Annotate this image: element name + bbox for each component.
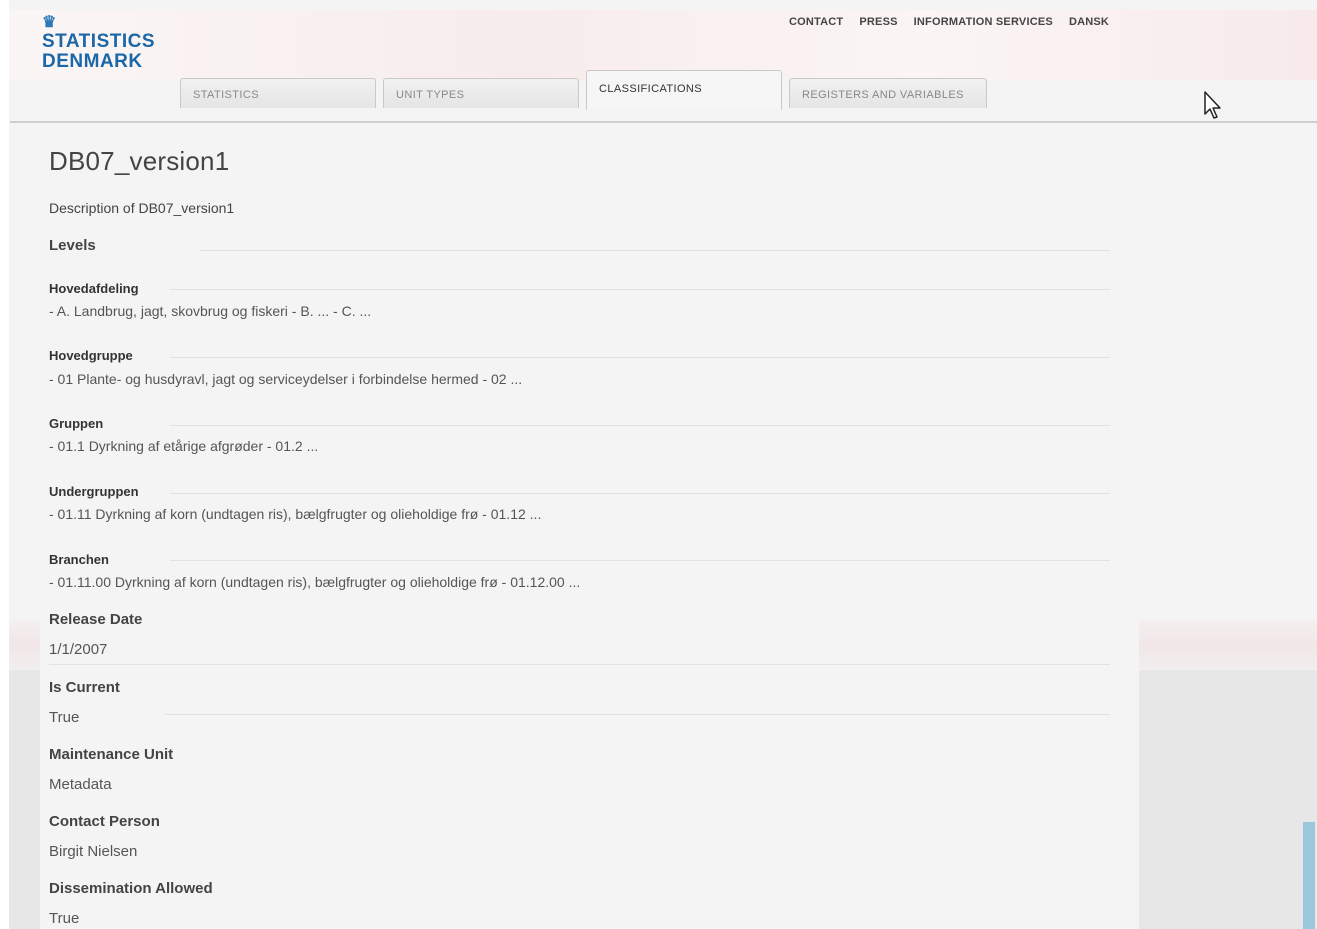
contact-person-label: Contact Person xyxy=(49,813,160,830)
tab-statistics[interactable]: STATISTICS xyxy=(180,78,376,108)
level-name-gruppen: Gruppen xyxy=(49,416,104,431)
crown-icon: ♛ xyxy=(42,14,57,31)
window-edge xyxy=(0,0,9,929)
levels-heading: Levels xyxy=(49,237,96,254)
divider xyxy=(170,357,1110,358)
classification-description: Description of DB07_version1 xyxy=(49,200,235,216)
level-name-hovedafdeling: Hovedafdeling xyxy=(49,281,139,296)
level-values-hovedafdeling: - A. Landbrug, jagt, skovbrug og fiskeri… xyxy=(49,303,372,319)
level-values-gruppen: - 01.1 Dyrkning af etårige afgrøder - 01… xyxy=(49,438,319,454)
divider xyxy=(49,664,1110,665)
logo-line-1: STATISTICS xyxy=(42,31,156,52)
release-date-value: 1/1/2007 xyxy=(49,641,108,658)
page-title: DB07_version1 xyxy=(49,146,230,176)
tab-classifications[interactable]: CLASSIFICATIONS xyxy=(586,70,782,110)
level-values-hovedgruppe: - 01 Plante- og husdyravl, jagt og servi… xyxy=(49,371,523,387)
is-current-label: Is Current xyxy=(49,679,120,696)
level-name-hovedgruppe: Hovedgruppe xyxy=(49,348,133,363)
press-link[interactable]: PRESS xyxy=(859,16,897,28)
is-current-value: True xyxy=(49,709,80,726)
scrollbar-thumb[interactable] xyxy=(1303,822,1315,929)
contact-person-value: Birgit Nielsen xyxy=(49,843,138,860)
divider xyxy=(170,493,1110,494)
mouse-pointer-icon xyxy=(1204,91,1221,119)
tab-registers-and-variables[interactable]: REGISTERS AND VARIABLES xyxy=(789,78,987,108)
level-name-branchen: Branchen xyxy=(49,552,109,567)
dissemination-allowed-label: Dissemination Allowed xyxy=(49,880,213,897)
dansk-link[interactable]: DANSK xyxy=(1069,16,1109,28)
tab-divider xyxy=(10,121,1317,123)
content-panel xyxy=(40,122,1139,929)
maintenance-unit-value: Metadata xyxy=(49,776,112,793)
main-tabs: STATISTICS UNIT TYPES CLASSIFICATIONS RE… xyxy=(180,70,1317,122)
level-values-branchen: - 01.11.00 Dyrkning af korn (undtagen ri… xyxy=(49,574,581,590)
statistics-denmark-logo[interactable]: ♛ STATISTICS DENMARK xyxy=(42,14,155,72)
top-navigation: CONTACT PRESS INFORMATION SERVICES DANSK xyxy=(789,16,1109,28)
logo-line-2: DENMARK xyxy=(42,51,143,72)
maintenance-unit-label: Maintenance Unit xyxy=(49,746,174,763)
contact-link[interactable]: CONTACT xyxy=(789,16,843,28)
divider xyxy=(165,714,1110,715)
level-name-undergruppen: Undergruppen xyxy=(49,484,139,499)
release-date-label: Release Date xyxy=(49,611,143,628)
dissemination-allowed-value: True xyxy=(49,910,80,927)
divider xyxy=(170,425,1110,426)
tab-unit-types[interactable]: UNIT TYPES xyxy=(383,78,579,108)
information-services-link[interactable]: INFORMATION SERVICES xyxy=(914,16,1053,28)
level-values-undergruppen: - 01.11 Dyrkning af korn (undtagen ris),… xyxy=(49,506,542,522)
divider xyxy=(170,289,1110,290)
divider xyxy=(170,560,1110,561)
divider xyxy=(200,250,1110,251)
